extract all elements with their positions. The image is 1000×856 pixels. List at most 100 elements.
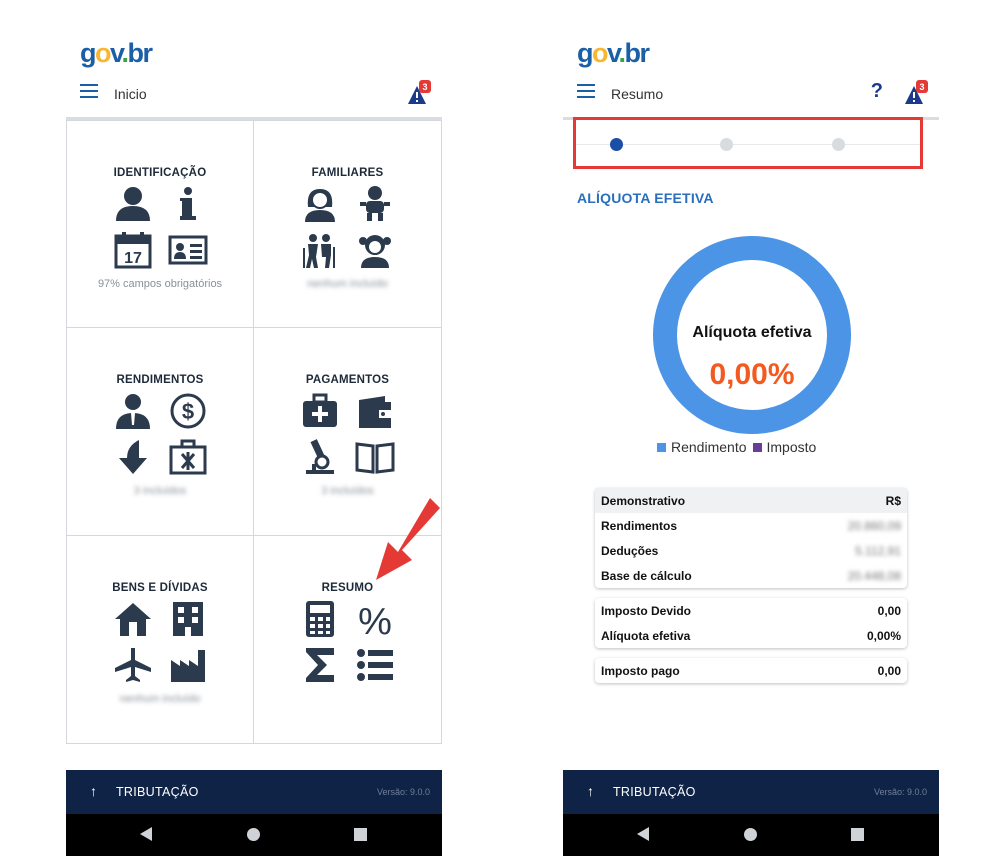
tile-rendimentos[interactable]: RENDIMENTOS $ 3 incluídos xyxy=(67,328,254,536)
tile-subtitle: 3 incluídos xyxy=(133,485,187,498)
app-bar: Inicio 3 xyxy=(66,76,442,112)
baby-icon xyxy=(360,186,390,221)
back-icon[interactable] xyxy=(140,827,152,841)
building-icon xyxy=(172,601,203,636)
wallet-icon xyxy=(359,396,391,429)
tributacao-label: TRIBUTAÇÃO xyxy=(613,785,696,799)
header-value: R$ xyxy=(885,493,901,508)
logo-part: br xyxy=(127,38,154,68)
section-grid: IDENTIFICAÇÃO 17 97% campos obrigatórios… xyxy=(66,120,442,744)
logo-part: o xyxy=(95,38,112,68)
sigma-icon xyxy=(306,647,334,682)
elderly-couple-icon xyxy=(303,234,335,268)
list-icon xyxy=(357,648,393,681)
girl-icon xyxy=(359,235,391,268)
step-indicator xyxy=(573,117,923,169)
notification-icon[interactable]: 3 xyxy=(406,80,432,106)
legend-item-imposto[interactable]: Imposto xyxy=(752,439,816,455)
tributacao-label: TRIBUTAÇÃO xyxy=(116,785,199,799)
medical-kit-icon xyxy=(303,393,337,428)
svg-text:%: % xyxy=(358,601,392,638)
tile-bens-e-dividas[interactable]: BENS E DÍVIDAS nenhum incluído xyxy=(67,535,254,743)
table-row: Alíquota efetiva 0,00% xyxy=(595,623,907,648)
arrow-up-icon: ↑ xyxy=(90,783,97,799)
tile-title: PAGAMENTOS xyxy=(305,374,390,387)
row-value: 0,00 xyxy=(877,603,901,618)
step-line xyxy=(576,144,920,145)
briefcase-icon xyxy=(169,439,206,475)
logo-part: g xyxy=(577,38,594,68)
tile-familiares[interactable]: FAMILIARES nenhum incluído xyxy=(254,121,441,329)
table-row: Rendimentos 20.860,09 xyxy=(595,513,907,538)
step-dot-2[interactable] xyxy=(720,138,733,151)
employee-icon xyxy=(115,394,150,430)
android-nav-bar xyxy=(66,814,442,856)
table-row: Base de cálculo 20.448,08 xyxy=(595,563,907,588)
back-icon[interactable] xyxy=(637,827,649,841)
tile-identificacao[interactable]: IDENTIFICAÇÃO 17 97% campos obrigatórios xyxy=(67,121,254,329)
menu-icon[interactable] xyxy=(80,84,98,98)
factory-icon xyxy=(170,649,205,682)
tile-title: FAMILIARES xyxy=(311,167,384,179)
table-row: Deduções 5.112,91 xyxy=(595,538,907,563)
table-header-row: Demonstrativo R$ xyxy=(595,488,907,513)
tile-subtitle: 97% campos obrigatórios xyxy=(97,278,223,290)
logo-part: o xyxy=(592,38,609,68)
tributacao-bar[interactable]: ↑ TRIBUTAÇÃO Versão: 9.0.0 xyxy=(66,770,442,814)
home-icon[interactable] xyxy=(247,828,260,841)
microscope-icon xyxy=(306,439,334,475)
demonstrativo-card: Demonstrativo R$ Rendimentos 20.860,09 D… xyxy=(595,488,907,588)
recent-apps-icon[interactable] xyxy=(354,828,367,841)
row-value: 20.448,08 xyxy=(847,568,901,583)
android-nav-bar xyxy=(563,814,939,856)
home-icon[interactable] xyxy=(744,828,757,841)
help-icon[interactable]: ? xyxy=(871,80,883,103)
section-title: ALÍQUOTA EFETIVA xyxy=(577,190,714,206)
calculator-icon xyxy=(306,600,334,637)
annotation-arrow-icon xyxy=(376,498,440,580)
notification-icon[interactable]: 3 xyxy=(903,80,929,106)
donut-value: 0,00% xyxy=(709,358,795,391)
row-label: Base de cálculo xyxy=(601,568,692,583)
tile-subtitle: nenhum incluído xyxy=(119,692,201,705)
logo-part: v xyxy=(607,38,620,68)
row-label: Alíquota efetiva xyxy=(601,628,691,643)
svg-text:$: $ xyxy=(181,399,193,424)
legend-swatch xyxy=(752,442,762,452)
info-icon xyxy=(179,187,196,220)
step-dot-3[interactable] xyxy=(832,138,845,151)
house-icon xyxy=(114,602,151,636)
recent-apps-icon[interactable] xyxy=(851,828,864,841)
resumo-screen: gov.br Resumo ? 3 ALÍQUOTA EFETIVA Alíqu… xyxy=(563,0,939,856)
menu-icon[interactable] xyxy=(577,84,595,98)
row-value: 5.112,91 xyxy=(855,543,901,558)
id-card-icon xyxy=(168,235,207,265)
tile-title: RENDIMENTOS xyxy=(116,374,204,387)
page-title: Resumo xyxy=(611,86,664,102)
logo-part: v xyxy=(110,38,123,68)
airplane-icon xyxy=(114,647,151,682)
step-dot-1[interactable] xyxy=(610,138,623,151)
tile-title: IDENTIFICAÇÃO xyxy=(113,167,207,179)
percent-icon: % xyxy=(358,601,392,638)
aliquota-donut-chart: Alíquota efetiva 0,00% xyxy=(653,236,851,434)
tile-subtitle: nenhum incluído xyxy=(307,278,388,290)
header-label: Demonstrativo xyxy=(601,493,686,508)
govbr-logo: gov.br xyxy=(577,38,651,69)
legend-item-rendimento[interactable]: Rendimento xyxy=(657,439,747,455)
arrow-up-icon: ↑ xyxy=(587,783,594,799)
page-title: Inicio xyxy=(114,86,147,102)
row-label: Deduções xyxy=(601,543,659,558)
arrow-down-icon xyxy=(118,440,147,475)
legend-label: Rendimento xyxy=(671,439,747,455)
row-label: Imposto Devido xyxy=(601,603,692,618)
tributacao-bar[interactable]: ↑ TRIBUTAÇÃO Versão: 9.0.0 xyxy=(563,770,939,814)
notification-count: 3 xyxy=(919,82,924,92)
row-value: 0,00% xyxy=(866,628,901,643)
person-icon xyxy=(115,187,150,221)
donut-label: Alíquota efetiva xyxy=(692,324,812,341)
logo-part: br xyxy=(624,38,651,68)
version-label: Versão: 9.0.0 xyxy=(873,787,927,797)
woman-icon xyxy=(305,189,335,222)
chart-legend: Rendimento Imposto xyxy=(657,439,822,455)
